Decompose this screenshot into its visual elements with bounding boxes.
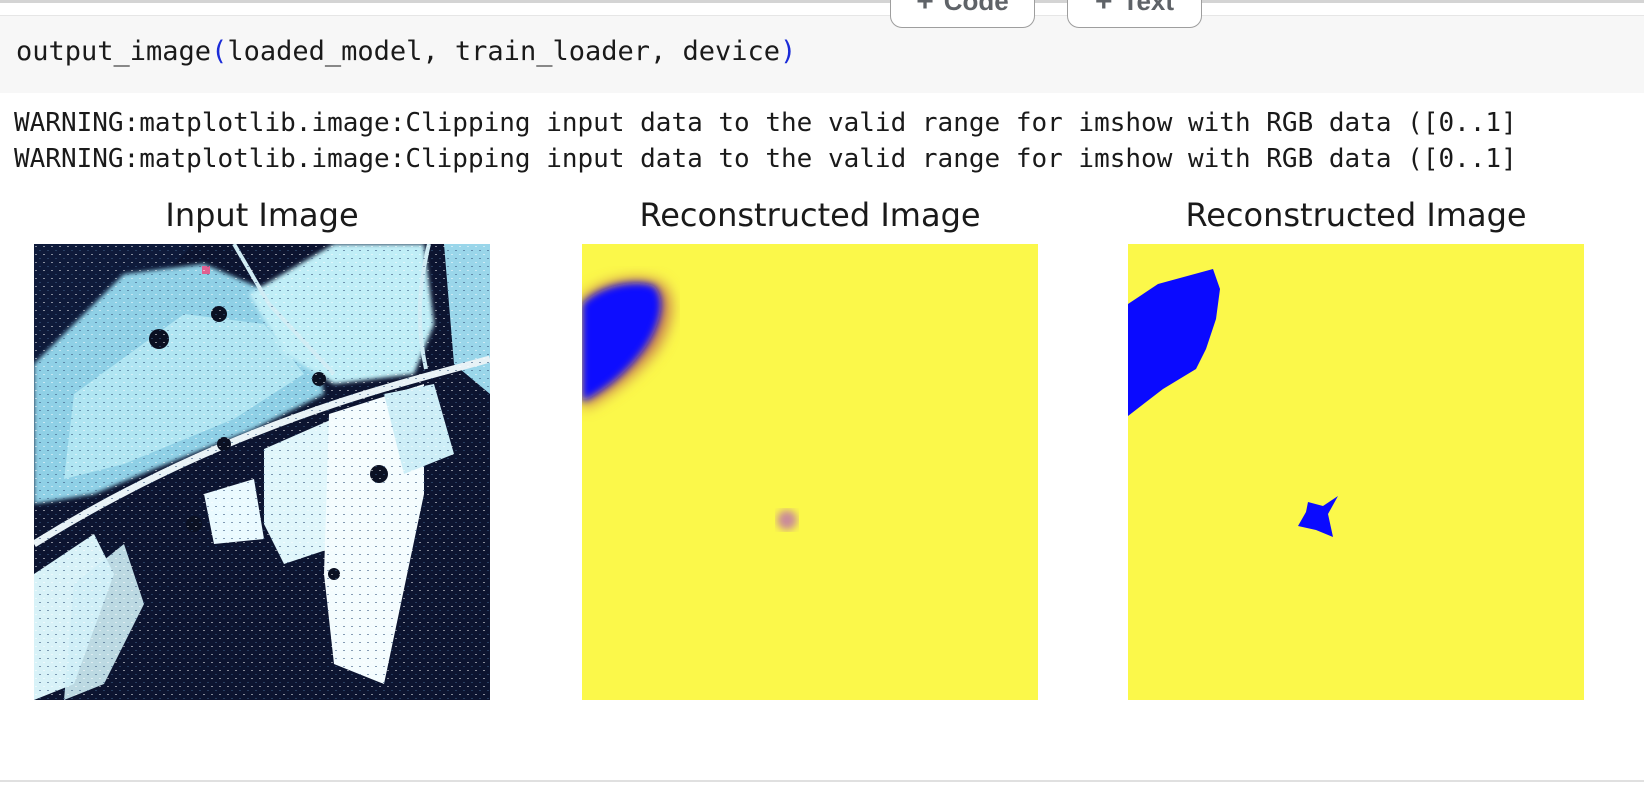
code-cell[interactable]: output_image(loaded_model, train_loader,… bbox=[0, 15, 1644, 93]
open-paren: ( bbox=[211, 36, 228, 67]
plus-icon: + bbox=[916, 0, 934, 18]
panel-title: Input Image bbox=[165, 196, 359, 234]
add-code-button[interactable]: + Code bbox=[890, 0, 1035, 28]
notebook-frame: output_image(loaded_model, train_loader,… bbox=[0, 0, 1644, 794]
warning-line: WARNING:matplotlib.image:Clipping input … bbox=[14, 144, 1517, 174]
cell-separator bbox=[0, 780, 1644, 782]
add-code-label: Code bbox=[943, 0, 1009, 16]
function-name: output_image bbox=[16, 36, 212, 67]
plus-icon: + bbox=[1094, 0, 1113, 18]
panel-title: Reconstructed Image bbox=[1185, 196, 1527, 234]
reconstructed-image-sharp bbox=[1128, 244, 1584, 700]
add-text-label: Text bbox=[1122, 0, 1175, 16]
cell-separator bbox=[0, 0, 1644, 3]
code-line[interactable]: output_image(loaded_model, train_loader,… bbox=[16, 36, 796, 67]
add-text-button[interactable]: + Text bbox=[1067, 0, 1202, 28]
reconstructed-image-soft bbox=[582, 244, 1038, 700]
warning-line: WARNING:matplotlib.image:Clipping input … bbox=[14, 108, 1517, 138]
function-args: loaded_model, train_loader, device bbox=[227, 36, 781, 67]
panel-title: Reconstructed Image bbox=[639, 196, 981, 234]
close-paren: ) bbox=[780, 36, 797, 67]
input-image bbox=[34, 244, 490, 700]
